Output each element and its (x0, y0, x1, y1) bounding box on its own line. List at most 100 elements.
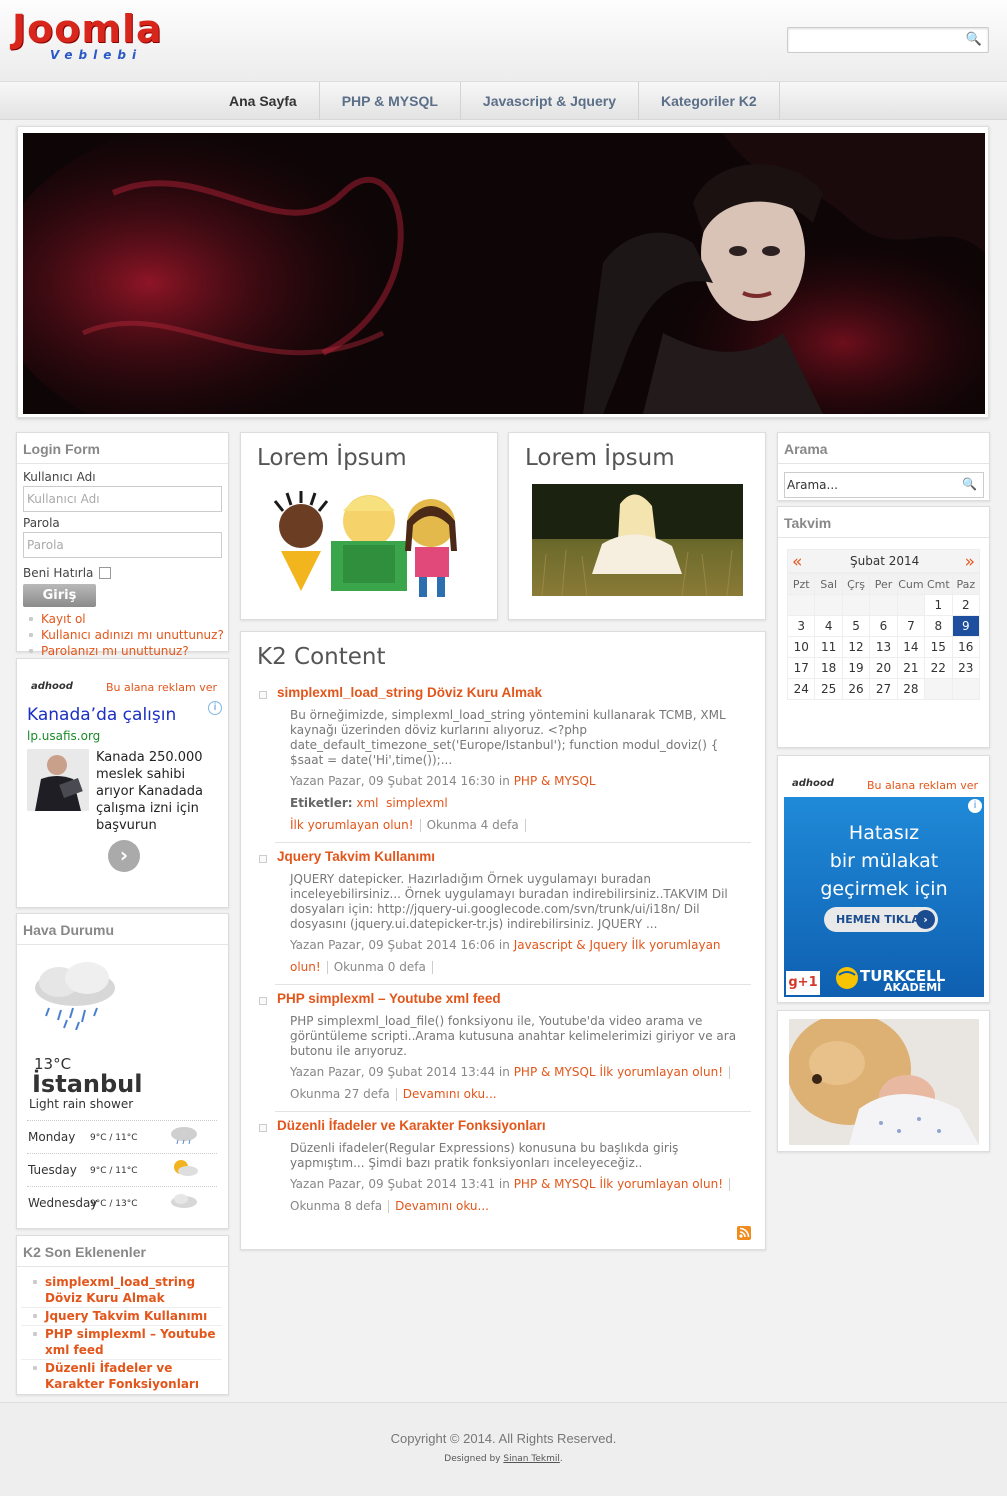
ad-slogan-line: geçirmek için (820, 878, 948, 900)
article-category-link[interactable]: PHP & MYSQL (514, 1065, 596, 1079)
latest-item-link[interactable]: PHP simplexml – Youtube xml feed (21, 1326, 222, 1360)
calendar-day[interactable]: 20 (869, 657, 898, 679)
calendar-day[interactable]: 26 (841, 678, 871, 700)
designer-link[interactable]: Sinan Tekmil (503, 1454, 559, 1464)
article-title-link[interactable]: simplexml_load_string Döviz Kuru Almak (257, 685, 757, 700)
calendar-day[interactable]: 8 (924, 615, 953, 637)
tag-link[interactable]: xml (356, 796, 378, 810)
article-category-link[interactable]: PHP & MYSQL (514, 1177, 596, 1191)
latest-item-link[interactable]: Jquery Takvim Kullanımı (21, 1308, 222, 1326)
calendar-day[interactable]: 5 (841, 615, 871, 637)
latest-item-link[interactable]: simplexml_load_string Döviz Kuru Almak (21, 1274, 222, 1308)
read-more-link[interactable]: Devamını oku... (395, 1199, 489, 1213)
login-button[interactable]: Giriş (23, 584, 96, 607)
ad-headline[interactable]: Kanada’da çalışın (27, 705, 176, 725)
lorem-title-2: Lorem İpsum (525, 445, 675, 471)
advertise-here-link[interactable]: Bu alana reklam ver (867, 779, 978, 792)
ad-next-icon[interactable]: › (108, 840, 140, 872)
woman-in-field-image[interactable] (532, 484, 743, 597)
calendar-day[interactable]: 2 (951, 594, 981, 616)
calendar-day[interactable]: 27 (869, 678, 898, 700)
forgot-username-link[interactable]: Kullanıcı adınızı mı unuttunuz? (17, 627, 228, 643)
search-icon[interactable]: 🔍 (962, 477, 977, 491)
calendar-day[interactable]: 7 (896, 615, 926, 637)
calendar-day[interactable]: 21 (896, 657, 926, 679)
turkcell-ad-banner[interactable]: i Hatasız bir mülakat geçirmek için HEME… (784, 797, 984, 997)
read-more-link[interactable]: Devamını oku... (403, 1087, 497, 1101)
ad-slogan-line: Hatasız (848, 822, 920, 844)
google-plus-one-button[interactable]: g+1 (786, 971, 820, 995)
calendar-day[interactable]: 18 (814, 657, 843, 679)
article-category-link[interactable]: Javascript & Jquery (514, 938, 628, 952)
header-search-input[interactable]: 🔍 (787, 27, 989, 53)
calendar-day[interactable]: 14 (896, 636, 926, 658)
calendar-day[interactable]: 24 (786, 678, 816, 700)
comment-link[interactable]: İlk yorumlayan olun! (290, 818, 414, 832)
calendar-day[interactable]: 25 (814, 678, 843, 700)
article-title-link[interactable]: Düzenli İfadeler ve Karakter Fonksiyonla… (257, 1118, 757, 1133)
ad-body[interactable]: Kanada 250.000 meslek sahibi arıyor Kana… (96, 749, 216, 834)
site-logo[interactable]: Joomla Veblebi (12, 8, 182, 68)
latest-item-link[interactable]: Düzenli İfadeler ve Karakter Fonksiyonla… (21, 1360, 222, 1392)
comment-link[interactable]: İlk yorumlayan olun! (599, 1065, 723, 1079)
kids-reading-image[interactable] (261, 481, 479, 602)
forecast-temp: 9°C / 11°C (90, 1133, 138, 1143)
calendar-empty-cell (924, 678, 953, 700)
forgot-password-link[interactable]: Parolanızı mı unuttunuz? (17, 643, 228, 659)
nav-item-javascript-jquery[interactable]: Javascript & Jquery (459, 82, 638, 120)
calendar-day[interactable]: 16 (951, 636, 981, 658)
article-tags: Etiketler: xml simplexml (257, 792, 757, 814)
calendar-day[interactable]: 22 (924, 657, 953, 679)
calendar-day[interactable]: 4 (814, 615, 843, 637)
calendar-prev-icon[interactable]: « (792, 552, 802, 572)
article-title-link[interactable]: PHP simplexml – Youtube xml feed (257, 991, 757, 1006)
nav-item-php-mysql[interactable]: PHP & MYSQL (318, 82, 460, 120)
article-title-link[interactable]: Jquery Takvim Kullanımı (257, 849, 757, 864)
calendar-day[interactable]: 15 (924, 636, 953, 658)
username-input[interactable]: Kullanıcı Adı (23, 486, 222, 512)
article-meta: Yazan Pazar, 09 Şubat 2014 16:30 in PHP … (257, 770, 757, 792)
calendar-empty-cell (951, 678, 981, 700)
calendar-day[interactable]: 23 (951, 657, 981, 679)
search-input[interactable]: Arama... 🔍 (784, 472, 984, 498)
ad-info-icon[interactable]: i (208, 701, 222, 715)
remember-checkbox[interactable] (99, 567, 112, 579)
ad-info-icon[interactable]: i (968, 799, 982, 813)
register-link[interactable]: Kayıt ol (17, 611, 228, 627)
nav-item-home[interactable]: Ana Sayfa (207, 82, 319, 120)
calendar-day[interactable]: 6 (869, 615, 898, 637)
search-icon[interactable]: 🔍 (966, 32, 982, 47)
calendar-day[interactable]: 10 (786, 636, 816, 658)
tag-link[interactable]: simplexml (386, 796, 448, 810)
calendar-day[interactable]: 11 (814, 636, 843, 658)
ad-cta-button[interactable]: HEMEN TIKLA › (824, 907, 938, 932)
lorem-module-2: Lorem İpsum (508, 432, 766, 620)
calendar-empty-cell (869, 594, 898, 616)
calendar-day[interactable]: 1 (924, 594, 953, 616)
dog-and-baby-image[interactable] (787, 1013, 979, 1145)
calendar-day[interactable]: 12 (841, 636, 871, 658)
nav-item-k2-categories[interactable]: Kategoriler K2 (637, 82, 780, 120)
adhood-logo[interactable]: adhood (792, 778, 834, 789)
calendar-day[interactable]: 19 (841, 657, 871, 679)
password-input[interactable]: Parola (23, 532, 222, 558)
calendar-day[interactable]: 17 (786, 657, 816, 679)
article-meta: Yazan Pazar, 09 Şubat 2014 16:06 in Java… (257, 934, 757, 978)
banner-image[interactable] (23, 133, 985, 414)
comment-link[interactable]: İlk yorumlayan olun! (599, 1177, 723, 1191)
adhood-logo[interactable]: adhood (31, 681, 73, 692)
advertise-here-link[interactable]: Bu alana reklam ver (106, 681, 217, 694)
rss-feed-icon[interactable] (737, 1226, 751, 1240)
calendar-day[interactable]: 28 (896, 678, 926, 700)
slideshow-banner (17, 126, 989, 418)
article-intro: PHP simplexml_load_file() fonksiyonu ile… (290, 1014, 737, 1058)
article-category-link[interactable]: PHP & MYSQL (514, 774, 596, 788)
ad-thumbnail[interactable] (27, 749, 89, 811)
calendar-next-icon[interactable]: » (965, 552, 975, 572)
calendar-day[interactable]: 9 (951, 615, 981, 637)
calendar-day[interactable]: 3 (786, 615, 816, 637)
remember-label: Beni Hatırla (23, 566, 94, 580)
k2-latest-module: K2 Son Eklenenler simplexml_load_string … (16, 1235, 229, 1395)
ad-url[interactable]: lp.usafis.org (27, 729, 100, 743)
calendar-day[interactable]: 13 (869, 636, 898, 658)
